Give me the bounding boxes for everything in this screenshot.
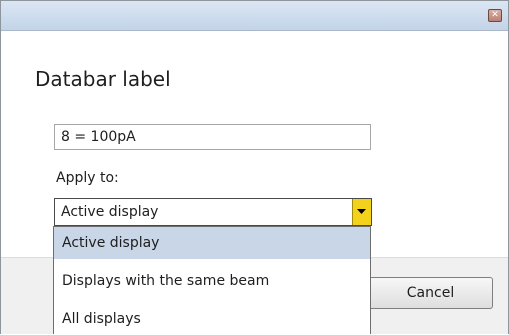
dropdown-toggle[interactable]: [352, 199, 371, 225]
apply-to-selected-value: Active display: [61, 204, 159, 220]
dialog-title: Databar label: [35, 67, 171, 91]
apply-to-label: Apply to:: [56, 170, 119, 186]
title-bar: ✕: [1, 1, 508, 31]
chevron-down-icon: [357, 209, 366, 214]
apply-to-dropdown-list: Active display Displays with the same be…: [53, 226, 371, 334]
close-icon[interactable]: ✕: [488, 9, 502, 22]
dropdown-option-same-beam[interactable]: Displays with the same beam: [54, 265, 370, 297]
dropdown-option-all-displays[interactable]: All displays: [54, 303, 370, 335]
cancel-button[interactable]: Cancel: [368, 277, 493, 309]
apply-to-select[interactable]: Active display: [54, 198, 372, 226]
dropdown-option-active-display[interactable]: Active display: [54, 227, 370, 259]
label-text-input[interactable]: [54, 124, 371, 150]
